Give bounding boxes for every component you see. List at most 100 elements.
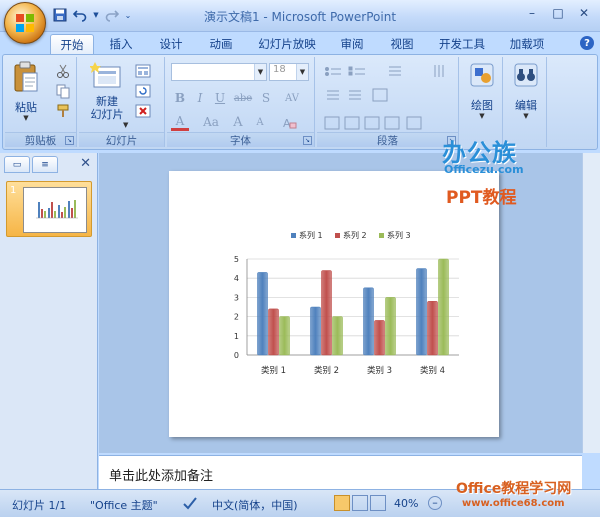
paragraph-group: 段落 ↘ <box>317 57 459 147</box>
change-case-button[interactable]: Aa <box>199 113 223 131</box>
column-chart[interactable]: 0 1 2 3 4 5 类别 1 类别 2 类别 3 类别 4 系列 1 系列 2 系列 3 <box>169 171 499 437</box>
font-launcher-icon[interactable]: ↘ <box>303 136 312 145</box>
title-bar: ▼ ⌄ 演示文稿1 - Microsoft PowerPoint – □ ✕ <box>0 0 600 32</box>
outline-tab[interactable]: ≡ <box>32 156 58 173</box>
tab-home[interactable]: 开始 <box>50 34 94 54</box>
character-spacing-button[interactable]: AV <box>279 89 305 107</box>
x-tick-label: 类别 3 <box>367 365 392 376</box>
strikethrough-button[interactable]: abe <box>231 89 255 107</box>
font-name-dropdown-icon[interactable]: ▼ <box>254 64 266 80</box>
indent-icons <box>327 88 388 102</box>
tab-slideshow[interactable]: 幻灯片放映 <box>252 34 322 54</box>
font-size-combo[interactable]: 18 ▼ <box>269 63 309 81</box>
drawing-button[interactable]: 绘图 ▼ <box>465 61 499 120</box>
slide-thumbnail <box>23 187 87 233</box>
bar <box>416 268 427 356</box>
paste-dropdown-icon[interactable]: ▼ <box>23 114 28 122</box>
tab-animation[interactable]: 动画 <box>200 34 242 54</box>
spellcheck-icon[interactable] <box>182 495 198 514</box>
paste-button[interactable]: 粘贴 ▼ <box>9 61 43 122</box>
slide-canvas[interactable]: 0 1 2 3 4 5 类别 1 类别 2 类别 3 类别 4 系列 1 系列 2 系列 3 <box>169 171 499 437</box>
close-button[interactable]: ✕ <box>572 4 596 22</box>
office-logo-icon <box>16 14 34 32</box>
bar <box>438 258 449 356</box>
paragraph-buttons <box>324 65 444 130</box>
layout-icon[interactable] <box>135 63 151 79</box>
vertical-scrollbar[interactable] <box>582 153 600 453</box>
new-slide-button[interactable]: 新建 幻灯片 <box>83 61 131 121</box>
window-title: 演示文稿1 - Microsoft PowerPoint <box>203 10 397 24</box>
y-tick-label: 0 <box>234 351 239 360</box>
clipboard-launcher-icon[interactable]: ↘ <box>65 136 74 145</box>
slideshow-view-icon[interactable] <box>370 495 386 511</box>
watermark-url: www.office68.com <box>462 498 565 509</box>
y-tick-label: 1 <box>234 332 239 341</box>
bold-button[interactable]: B <box>171 89 189 107</box>
font-group: ▼ 18 ▼ B I U abe S AV A Aa A A A 字体 ↘ <box>167 57 315 147</box>
language-indicator[interactable]: 中文(简体，中国) <box>212 497 298 513</box>
grow-font-button[interactable]: A <box>229 113 247 131</box>
reset-icon[interactable] <box>135 83 151 99</box>
drawing-dropdown-icon[interactable]: ▼ <box>479 112 484 120</box>
normal-view-icon[interactable] <box>334 495 350 511</box>
font-color-button[interactable]: A <box>171 113 189 131</box>
font-name-combo[interactable]: ▼ <box>171 63 267 81</box>
line-spacing-icon <box>389 66 401 76</box>
zoom-level[interactable]: 40% <box>394 497 418 510</box>
y-tick-label: 2 <box>234 313 239 322</box>
legend-label: 系列 2 <box>343 230 367 240</box>
legend-label: 系列 1 <box>299 230 323 240</box>
legend-label: 系列 3 <box>387 230 411 240</box>
cut-icon[interactable] <box>55 63 71 79</box>
watermark: Office教程学习网 www.office68.com <box>448 478 598 516</box>
underline-button[interactable]: U <box>211 89 229 107</box>
paragraph-group-label: 段落 <box>317 132 458 147</box>
clipboard-group: 粘贴 ▼ 剪贴板 ↘ <box>5 57 77 147</box>
zoom-out-icon[interactable]: – <box>428 496 442 510</box>
maximize-button[interactable]: □ <box>546 4 570 22</box>
office-button[interactable] <box>4 2 46 44</box>
delete-slide-icon[interactable] <box>135 103 151 119</box>
numbering-icon <box>348 66 365 76</box>
ribbon-tabs: 开始 插入 设计 动画 幻灯片放映 审阅 视图 开发工具 加载项 ? <box>0 32 600 54</box>
slide-counter: 幻灯片 1/1 <box>12 499 67 512</box>
legend-swatch <box>335 233 340 238</box>
editing-button[interactable]: 编辑 ▼ <box>509 61 543 120</box>
tab-developer[interactable]: 开发工具 <box>432 34 492 54</box>
tab-insert[interactable]: 插入 <box>100 34 142 54</box>
brand-logo: 办公族 Officezu.com PPT教程 <box>440 133 560 209</box>
theme-name[interactable]: "Office 主题" <box>90 497 158 513</box>
close-pane-icon[interactable]: ✕ <box>80 156 91 171</box>
align-icons <box>324 116 422 130</box>
bar <box>363 287 374 356</box>
y-tick-label: 5 <box>234 255 239 264</box>
bar <box>427 300 438 356</box>
legend-swatch <box>291 233 296 238</box>
copy-icon[interactable] <box>55 83 71 99</box>
thumbnail-chart-icon <box>36 200 78 219</box>
slide-thumbnail-selected[interactable]: 1 <box>6 181 92 237</box>
bar <box>321 270 332 356</box>
shadow-button[interactable]: S <box>257 89 275 107</box>
slides-tab[interactable]: ▭ <box>4 156 30 173</box>
italic-button[interactable]: I <box>191 89 209 107</box>
help-icon[interactable]: ? <box>580 36 594 50</box>
format-painter-icon[interactable] <box>55 103 71 119</box>
editing-label: 编辑 <box>515 99 537 112</box>
bar <box>332 316 343 356</box>
shrink-font-button[interactable]: A <box>251 113 269 131</box>
tab-addins[interactable]: 加载项 <box>502 34 552 54</box>
editing-dropdown-icon[interactable]: ▼ <box>523 112 528 120</box>
legend-swatch <box>379 233 384 238</box>
clear-formatting-icon[interactable]: A <box>281 115 297 131</box>
sorter-view-icon[interactable] <box>352 495 368 511</box>
paste-icon <box>14 61 38 92</box>
brand-tag: PPT教程 <box>446 188 517 208</box>
bar <box>310 306 321 356</box>
tab-review[interactable]: 审阅 <box>332 34 372 54</box>
font-size-dropdown-icon[interactable]: ▼ <box>296 64 308 80</box>
new-slide-label-2: 幻灯片 <box>90 108 124 121</box>
tab-design[interactable]: 设计 <box>150 34 192 54</box>
tab-view[interactable]: 视图 <box>382 34 422 54</box>
minimize-button[interactable]: – <box>520 4 544 22</box>
